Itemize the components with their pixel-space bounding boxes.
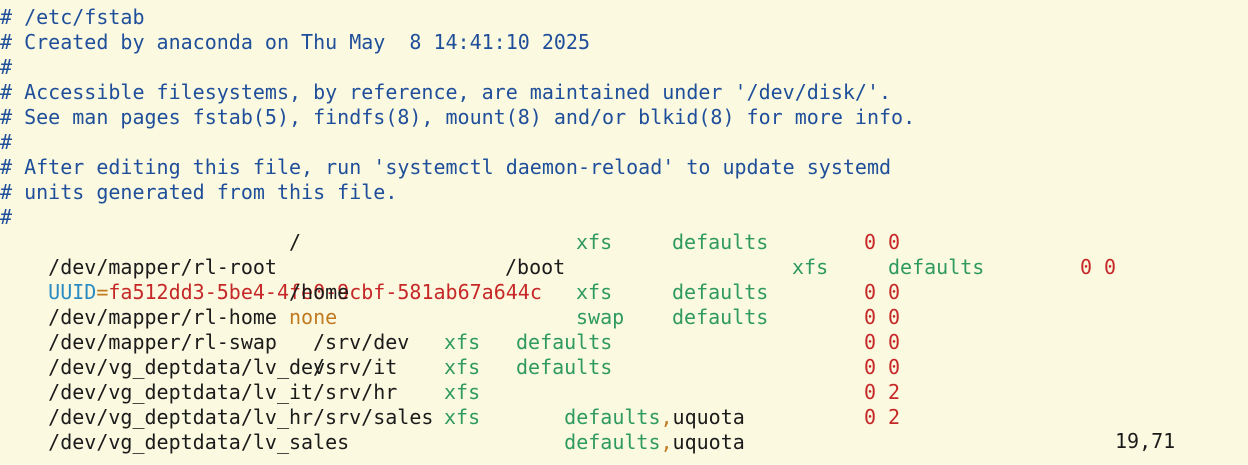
fstype-field: xfs (444, 405, 481, 429)
dump-field: 0 (864, 405, 877, 429)
dump-field: 0 (1080, 255, 1093, 279)
fstype-field: xfs (444, 330, 481, 354)
fstab-entry-row[interactable]: UUID=fa512dd3-5be4-4fe0-9cbf-581ab67a644… (0, 255, 542, 304)
pass-field: 0 (888, 330, 901, 354)
comment-line[interactable]: # After editing this file, run 'systemct… (0, 155, 891, 180)
cursor-position-ruler: 19,71 (1115, 429, 1176, 453)
mount-field: /srv/sales (313, 405, 434, 429)
dump-field: 0 (864, 230, 877, 254)
fstype-field: xfs (792, 255, 829, 279)
options-field: defaults (672, 305, 769, 329)
comment-line[interactable]: # units generated from this file. (0, 180, 397, 205)
comment-line[interactable]: # /etc/fstab (0, 5, 145, 30)
mount-field: /srv/it (313, 355, 398, 379)
options-field: defaults,uquota (516, 405, 745, 454)
dump-field: 0 (864, 280, 877, 304)
comment-line[interactable]: # See man pages fstab(5), findfs(8), mou… (0, 105, 915, 130)
options-defaults: defaults (564, 430, 661, 454)
fstab-entry-row[interactable]: /dev/mapper/rl-root (0, 230, 277, 279)
mount-field: / (289, 230, 302, 254)
device-field: /dev/vg_deptdata/lv_sales (48, 430, 350, 454)
fstab-entry-row[interactable]: /dev/vg_deptdata/lv_dev (0, 330, 325, 379)
options-field: defaults (516, 330, 613, 354)
mount-field: none (289, 305, 338, 329)
options-field: defaults (672, 230, 769, 254)
comment-line[interactable]: # (0, 55, 12, 80)
fstype-field: swap (576, 305, 625, 329)
mount-field: /boot (505, 255, 566, 279)
pass-field: 2 (888, 380, 901, 404)
fstype-field: xfs (444, 355, 481, 379)
comment-line[interactable]: # (0, 205, 12, 230)
fstype-field: xfs (576, 280, 613, 304)
dump-field: 0 (864, 355, 877, 379)
pass-field: 0 (888, 305, 901, 329)
mount-field: /home (289, 280, 350, 304)
fstype-field: xfs (444, 380, 481, 404)
pass-field: 0 (888, 230, 901, 254)
dump-field: 0 (864, 380, 877, 404)
options-field: defaults (888, 255, 985, 279)
pass-field: 0 (888, 355, 901, 379)
fstab-entry-row[interactable]: /dev/mapper/rl-swap (0, 305, 277, 354)
fstype-field: xfs (576, 230, 613, 254)
pass-field: 2 (888, 405, 901, 429)
pass-field: 0 (1104, 255, 1117, 279)
pass-field: 0 (888, 280, 901, 304)
options-extra: uquota (672, 430, 745, 454)
fstab-entry-row[interactable]: /dev/vg_deptdata/lv_sales (0, 405, 349, 454)
fstab-entry-row[interactable]: /dev/vg_deptdata/lv_it (0, 355, 313, 404)
dump-field: 0 (864, 305, 877, 329)
options-comma: , (660, 430, 673, 454)
mount-field: /srv/hr (313, 380, 398, 404)
fstab-entry-row[interactable]: /dev/vg_deptdata/lv_hr (0, 380, 313, 429)
fstab-entry-row[interactable]: /dev/mapper/rl-home (0, 280, 277, 329)
options-field: defaults,uquota (516, 380, 745, 429)
text-editor-buffer[interactable]: # /etc/fstab # Created by anaconda on Th… (0, 0, 1248, 465)
comment-line[interactable]: # Created by anaconda on Thu May 8 14:41… (0, 30, 590, 55)
mount-field: /srv/dev (313, 330, 410, 354)
options-field: defaults (516, 355, 613, 379)
options-field: defaults (672, 280, 769, 304)
comment-line[interactable]: # (0, 130, 12, 155)
comment-line[interactable]: # Accessible filesystems, by reference, … (0, 80, 891, 105)
dump-field: 0 (864, 330, 877, 354)
